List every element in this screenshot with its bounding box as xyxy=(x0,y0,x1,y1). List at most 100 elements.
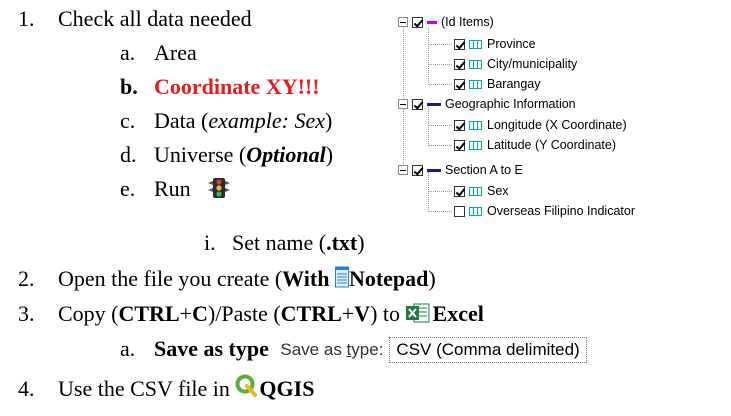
step-1e-i: i. Set name (.txt) xyxy=(204,230,365,256)
tree-node-label: Overseas Filipino Indicator xyxy=(487,204,635,218)
step-text-bold: Excel xyxy=(432,301,484,326)
step-text: Universe ( xyxy=(154,142,247,167)
step-3a: a. Save as type Save as type: CSV (Comma … xyxy=(120,336,587,363)
tree-node-province[interactable]: Province xyxy=(454,34,536,54)
collapse-toggle-icon[interactable] xyxy=(398,165,408,175)
checkbox[interactable] xyxy=(454,185,465,197)
step-1d: d. Universe (Optional) xyxy=(120,142,333,168)
notepad-icon xyxy=(334,266,349,294)
tree-node-label: City/municipality xyxy=(487,57,578,71)
checkbox[interactable] xyxy=(412,16,423,28)
tree-node-label: Barangay xyxy=(487,77,541,91)
tree-node-label: Sex xyxy=(487,184,509,198)
tree-node-label: Province xyxy=(487,37,536,51)
checkbox[interactable] xyxy=(454,119,465,131)
checkbox[interactable] xyxy=(454,78,465,90)
step-1c: c. Data (example: Sex) xyxy=(120,108,332,134)
step-text: Check all data needed xyxy=(58,6,252,31)
tree-node-id-items[interactable]: (Id Items) xyxy=(398,12,494,32)
step-number: b. xyxy=(120,74,138,99)
field-icon xyxy=(469,206,482,216)
checkbox[interactable] xyxy=(454,139,465,151)
step-text-italic: example: Sex xyxy=(208,108,326,133)
step-number: a. xyxy=(120,336,136,361)
step-number: 4. xyxy=(18,376,35,401)
step-1b: b. Coordinate XY!!! xyxy=(120,74,320,100)
step-text: Copy ( xyxy=(58,301,119,326)
tree-node-sex[interactable]: Sex xyxy=(454,181,509,201)
checkbox[interactable] xyxy=(454,205,465,217)
group-bar-icon xyxy=(427,102,441,106)
step-text-bold: Save as type xyxy=(154,336,269,361)
key-c: C xyxy=(192,301,208,326)
step-text: Open the file you create ( xyxy=(58,266,283,291)
checkbox[interactable] xyxy=(412,164,423,176)
field-icon xyxy=(469,79,482,89)
step-text: ) xyxy=(325,108,333,133)
step-text: + xyxy=(179,301,193,326)
tree-node-latitude[interactable]: Latitude (Y Coordinate) xyxy=(454,135,616,155)
step-text: ) xyxy=(357,230,365,255)
step-text: + xyxy=(341,301,355,326)
key-ctrl: CTRL xyxy=(118,301,180,326)
step-text: ) xyxy=(325,142,334,167)
key-ctrl: CTRL xyxy=(280,301,342,326)
variable-tree: (Id Items) Province City/municipality Ba… xyxy=(398,8,731,228)
step-text: ) to xyxy=(370,301,406,326)
step-text: Set name ( xyxy=(232,230,327,255)
group-bar-icon xyxy=(427,20,437,24)
step-text-bold: QGIS xyxy=(259,376,315,401)
step-1: 1. Check all data needed xyxy=(18,6,252,32)
checkbox[interactable] xyxy=(412,98,423,110)
step-number: i. xyxy=(204,230,216,255)
tree-node-label: Section A to E xyxy=(445,163,523,177)
checkbox[interactable] xyxy=(454,58,465,70)
field-icon xyxy=(469,140,482,150)
tree-node-city-municipality[interactable]: City/municipality xyxy=(454,54,577,74)
step-text: Use the CSV file in xyxy=(58,376,236,401)
step-text-bold: .txt xyxy=(326,230,358,255)
field-icon xyxy=(469,59,482,69)
field-icon xyxy=(469,120,482,130)
save-as-type-label: Save as type: xyxy=(280,340,384,359)
excel-icon xyxy=(405,302,430,330)
save-as-type-field: Save as type: CSV (Comma delimited) xyxy=(280,337,587,363)
group-bar-icon xyxy=(427,168,441,172)
tree-node-barangay[interactable]: Barangay xyxy=(454,74,541,94)
step-1a: a. Area xyxy=(120,40,197,66)
step-number: 3. xyxy=(18,301,35,326)
step-text: )/Paste ( xyxy=(207,301,281,326)
step-1e: e. Run xyxy=(120,176,232,205)
tree-node-label: Geographic Information xyxy=(445,97,576,111)
step-number: c. xyxy=(120,108,136,133)
collapse-toggle-icon[interactable] xyxy=(398,17,408,27)
step-number: 1. xyxy=(18,6,35,31)
tree-node-label: (Id Items) xyxy=(441,15,494,29)
step-text: Run xyxy=(154,176,191,201)
tree-node-label: Longitude (X Coordinate) xyxy=(487,118,627,132)
step-text: Area xyxy=(154,40,197,65)
qgis-icon xyxy=(235,374,258,404)
save-as-type-select[interactable]: CSV (Comma delimited) xyxy=(389,337,587,363)
traffic-light-icon[interactable] xyxy=(206,177,232,205)
collapse-toggle-icon[interactable] xyxy=(398,99,408,109)
field-icon xyxy=(469,186,482,196)
step-4: 4. Use the CSV file in QGIS xyxy=(18,374,314,404)
tree-node-label: Latitude (Y Coordinate) xyxy=(487,138,617,152)
tree-node-overseas-filipino-indicator[interactable]: Overseas Filipino Indicator xyxy=(454,201,635,221)
checkbox[interactable] xyxy=(454,38,465,50)
step-text: ) xyxy=(428,266,436,291)
step-number: e. xyxy=(120,176,136,201)
step-text-bolditalic: Optional xyxy=(246,142,326,167)
step-text-bold: With xyxy=(282,266,335,291)
step-3: 3. Copy (CTRL+C)/Paste (CTRL+V) to Excel xyxy=(18,301,484,330)
tree-node-geographic-information[interactable]: Geographic Information xyxy=(398,94,576,114)
step-number: 2. xyxy=(18,266,35,291)
tree-node-longitude[interactable]: Longitude (X Coordinate) xyxy=(454,115,627,135)
tree-node-section-a-to-e[interactable]: Section A to E xyxy=(398,160,523,180)
step-text-bold: Notepad xyxy=(348,266,429,291)
key-v: V xyxy=(354,301,371,326)
step-2: 2. Open the file you create (With Notepad… xyxy=(18,266,436,294)
field-icon xyxy=(469,39,482,49)
step-text-highlight: Coordinate XY!!! xyxy=(154,74,320,99)
